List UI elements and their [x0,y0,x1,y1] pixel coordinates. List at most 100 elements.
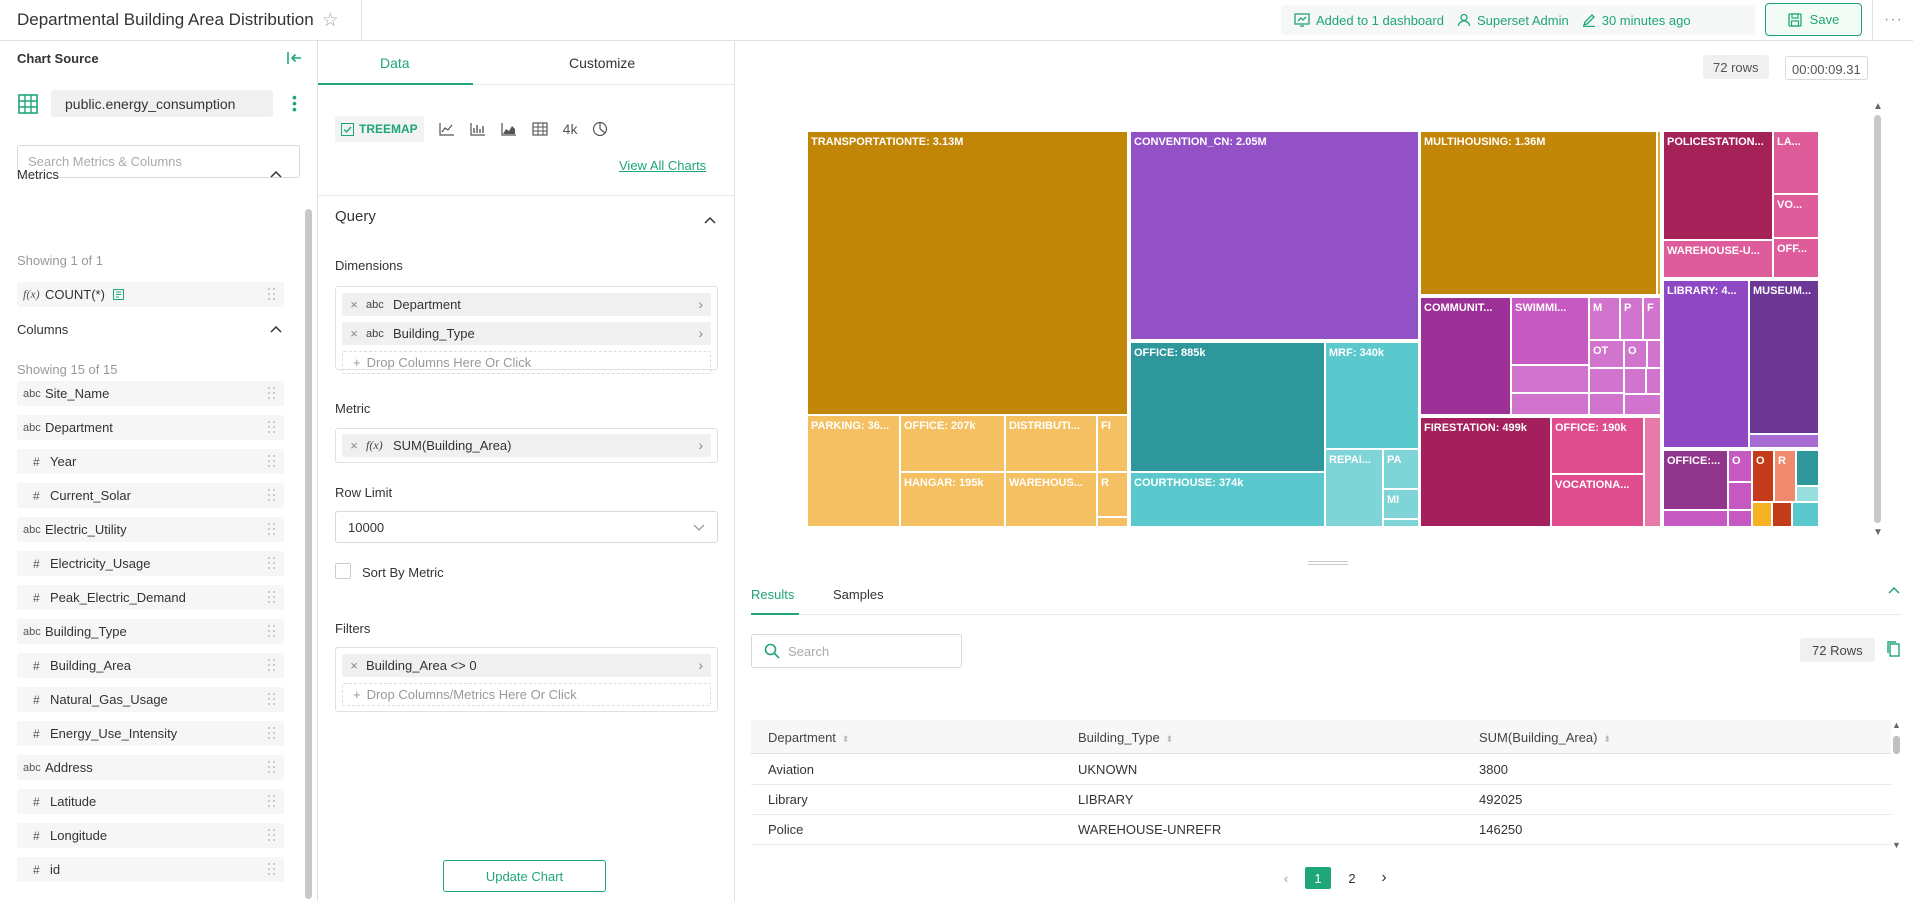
drag-handle-icon[interactable] [268,727,276,739]
metrics-columns-search-input[interactable]: Search Metrics & Columns [17,145,300,178]
dashboard-status[interactable]: Added to 1 dashboard [1294,13,1444,28]
sort-by-metric-checkbox[interactable] [335,563,351,579]
page-2[interactable]: 2 [1339,867,1365,889]
chevron-up-icon[interactable] [270,325,282,333]
viz-treemap[interactable]: TREEMAP [335,116,424,142]
column-item[interactable]: # Latitude [17,789,284,814]
table-cell: Police [768,822,804,837]
drag-handle-icon[interactable] [268,455,276,467]
drag-handle-icon[interactable] [268,489,276,501]
control-panel: Data Customize TREEMAP 4k View All Chart… [318,41,735,901]
drag-handle-icon[interactable] [268,761,276,773]
table-icon[interactable] [532,122,548,136]
big-number-icon[interactable]: 4k [563,121,578,137]
prev-page-icon[interactable]: ‹ [1273,867,1299,889]
area-chart-icon[interactable] [501,122,517,136]
column-item[interactable]: abc Electric_Utility [17,517,284,542]
remove-icon[interactable]: × [342,658,366,673]
update-chart-button[interactable]: Update Chart [443,860,606,892]
column-item[interactable]: # Building_Area [17,653,284,678]
column-item[interactable]: # Longitude [17,823,284,848]
dimensions-dropzone[interactable]: + Drop Columns Here Or Click [342,351,711,374]
metric-chip[interactable]: × f(x) SUM(Building_Area) › [342,434,711,457]
drag-handle-icon[interactable] [268,659,276,671]
table-scrollbar[interactable] [1893,736,1900,754]
tab-customize[interactable]: Customize [569,55,635,71]
drag-handle-icon[interactable] [268,795,276,807]
drag-handle-icon[interactable] [268,863,276,875]
more-options-icon[interactable]: ··· [1884,11,1903,29]
dimensions-box: × abc Department › × abc Building_Type ›… [335,286,718,374]
drag-handle-icon[interactable] [268,523,276,535]
column-name: Electricity_Usage [50,556,151,571]
filter-chip[interactable]: × Building_Area <> 0 › [342,654,711,677]
drag-handle-icon[interactable] [268,557,276,569]
query-section-title[interactable]: Query [335,208,376,225]
column-item[interactable]: # Peak_Electric_Demand [17,585,284,610]
chevron-up-icon[interactable] [704,216,716,224]
column-item[interactable]: abc Address [17,755,284,780]
drag-handle-icon[interactable] [268,829,276,841]
modified[interactable]: 30 minutes ago [1582,13,1691,28]
column-item[interactable]: # Electricity_Usage [17,551,284,576]
table-row[interactable]: Police WAREHOUSE-UNREFR 146250 [751,815,1891,845]
filters-dropzone[interactable]: + Drop Columns/Metrics Here Or Click [342,683,711,706]
pie-chart-icon[interactable] [592,121,608,137]
table-row[interactable]: Library LIBRARY 492025 [751,785,1891,815]
column-item[interactable]: # Year [17,449,284,474]
dimension-chip[interactable]: × abc Department › [342,293,711,316]
drag-handle-icon[interactable] [268,625,276,637]
owner-text: Superset Admin [1476,12,1569,28]
edit-icon [1582,14,1595,27]
chart-title[interactable]: Departmental Building Area Distribution [17,10,314,30]
page-1[interactable]: 1 [1305,867,1331,889]
remove-icon[interactable]: × [342,326,366,341]
table-row[interactable]: Aviation UKNOWN 3800 [751,755,1891,785]
view-all-charts-link[interactable]: View All Charts [619,158,706,173]
table-cell: Library [768,792,808,807]
table-row[interactable]: ParksSOCIALMEETINGHAL25400 [751,845,1891,849]
save-button[interactable]: Save [1765,3,1862,36]
next-page-icon[interactable]: › [1371,867,1397,889]
drag-handle-icon[interactable] [268,288,276,300]
type-icon: # [33,488,40,503]
dataset-name[interactable]: public.energy_consumption [51,90,273,117]
drag-handle-icon[interactable] [268,421,276,433]
star-icon[interactable]: ☆ [322,9,339,32]
row-limit-select[interactable]: 10000 [335,511,718,543]
drag-handle-icon[interactable] [268,387,276,399]
dataset-menu-icon[interactable]: • • • [292,90,298,116]
columns-section-label[interactable]: Columns [17,322,68,337]
column-item[interactable]: # Current_Solar [17,483,284,508]
column-item[interactable]: abc Site_Name [17,381,284,406]
left-scrollbar[interactable] [305,209,312,899]
collapse-panel-icon[interactable] [287,51,303,65]
chart-metadata-bar: Added to 1 dashboard Superset Admin 30 m… [1281,5,1755,35]
type-icon: # [33,556,40,571]
remove-icon[interactable]: × [342,297,366,312]
table-scroll-up-icon[interactable]: ▲ [1892,720,1901,730]
column-item[interactable]: abc Department [17,415,284,440]
column-item[interactable]: # Energy_Use_Intensity [17,721,284,746]
column-item[interactable]: # Natural_Gas_Usage [17,687,284,712]
line-chart-icon[interactable] [439,122,455,136]
function-icon: f(x) [366,438,383,452]
table-scroll-down-icon[interactable]: ▼ [1892,840,1901,850]
results-table-body: Aviation UKNOWN 3800 Library LIBRARY 492025 Po… [735,41,1913,849]
modified-text: 30 minutes ago [1601,12,1691,28]
column-item[interactable]: # id [17,857,284,882]
owner[interactable]: Superset Admin [1457,13,1569,28]
bar-chart-icon[interactable] [470,122,486,136]
sort-by-metric-label[interactable]: Sort By Metric [362,565,444,580]
remove-icon[interactable]: × [342,438,366,453]
metric-item[interactable]: f(x) COUNT(*) [17,282,284,307]
column-item[interactable]: abc Building_Type [17,619,284,644]
dimension-chip[interactable]: × abc Building_Type › [342,322,711,345]
user-icon [1457,13,1471,27]
column-name: Address [45,760,93,775]
metrics-section-label[interactable]: Metrics [17,167,59,182]
drag-handle-icon[interactable] [268,693,276,705]
tab-data[interactable]: Data [380,55,410,71]
chevron-up-icon[interactable] [270,170,282,178]
drag-handle-icon[interactable] [268,591,276,603]
